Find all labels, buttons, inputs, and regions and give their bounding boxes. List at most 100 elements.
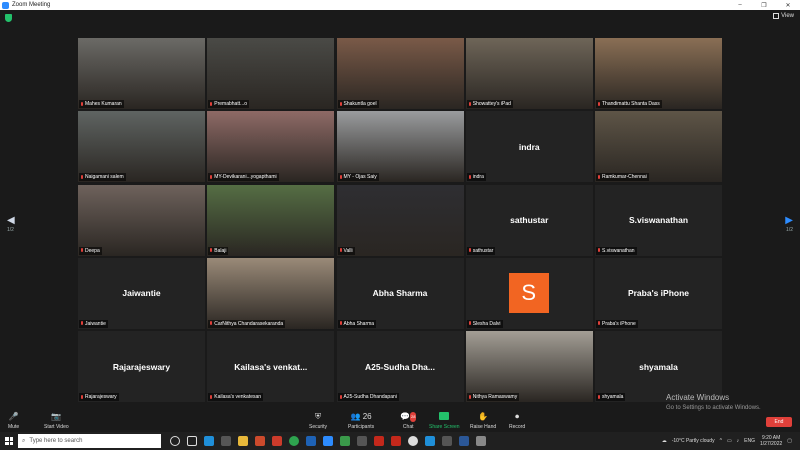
participant-tile[interactable]: sathustar sathustar [465, 184, 593, 256]
participant-tile[interactable]: CarNithya Chandarasekaranda [207, 257, 335, 329]
participant-display-name: indra [518, 141, 540, 152]
clock[interactable]: 9:20 AM 1/27/2022 [760, 435, 782, 447]
notification-icon[interactable]: ▢ [787, 438, 792, 444]
record-label: Record [509, 424, 526, 430]
participant-name-label: shyamala [596, 393, 626, 401]
video-camera-icon: 📷 [51, 412, 62, 421]
close-button[interactable]: ✕ [776, 2, 800, 9]
tray-chevron-icon[interactable]: ^ [720, 438, 722, 444]
participant-video [336, 111, 464, 183]
previous-page-button[interactable]: ◀ 1/2 [7, 215, 15, 233]
start-video-button[interactable]: 📷 Start Video [44, 412, 69, 430]
system-tray: ☁ -10°C Partly cloudy ^ ▭ ♪ ENG 9:20 AM … [662, 435, 800, 447]
participant-tile[interactable]: Thandimattu Shanta Dass [595, 38, 722, 109]
participant-tile[interactable]: Valli [336, 184, 464, 256]
participant-tile[interactable]: Abha Sharma Abha Sharma [336, 257, 464, 329]
share-screen-label: Share Screen [429, 424, 460, 430]
taskbar-pinned-apps [170, 436, 486, 446]
start-button[interactable] [0, 432, 18, 450]
mute-button[interactable]: 🎤 Mute [8, 412, 19, 430]
encryption-shield-icon[interactable] [5, 14, 12, 22]
outlook-icon[interactable] [459, 436, 469, 446]
record-button[interactable]: ⏺ Record [509, 412, 525, 430]
participant-tile[interactable]: Rajarajeswary Rajarajeswary [78, 331, 205, 402]
start-video-label: Start Video [44, 424, 69, 430]
participant-tile[interactable]: Mahes Kumaran [78, 38, 205, 109]
settings-icon[interactable] [476, 436, 486, 446]
share-screen-button[interactable]: Share Screen [429, 412, 460, 430]
photos-icon[interactable] [442, 436, 452, 446]
store-icon[interactable] [272, 436, 282, 446]
participant-tile[interactable]: Deepa [78, 184, 205, 256]
excel-icon[interactable] [340, 436, 350, 446]
windows-taskbar: ⌕ Type here to search ☁ -10°C Partly clo… [0, 432, 800, 450]
file-explorer-icon[interactable] [238, 436, 248, 446]
participant-name-label: Kailasa's venkatesan [208, 393, 264, 401]
participant-display-name: shyamala [639, 361, 678, 372]
media-player-icon[interactable] [408, 436, 418, 446]
participant-tile[interactable]: indra indra [465, 111, 593, 183]
powerpoint-icon[interactable] [255, 436, 265, 446]
end-meeting-button[interactable]: End [766, 417, 792, 427]
participant-tile[interactable]: Naigamani salem [78, 111, 205, 183]
acrobat-icon[interactable] [374, 436, 384, 446]
next-page-button[interactable]: ▶ 1/2 [785, 215, 793, 233]
participant-avatar: S [508, 272, 549, 313]
meeting-topbar: View [0, 10, 800, 26]
participant-tile[interactable]: Kailasa's venkat... Kailasa's venkatesan [207, 331, 335, 402]
view-label: View [781, 13, 794, 19]
participant-video [78, 184, 205, 256]
participant-name-label: Shakuntla goel [337, 100, 379, 108]
camera-app-icon[interactable] [221, 436, 231, 446]
edge-icon[interactable] [204, 436, 214, 446]
participant-name-label: Showattey's iPad [466, 100, 513, 108]
chrome-icon[interactable] [289, 436, 299, 446]
participant-tile[interactable]: Balaji [207, 184, 335, 256]
view-button[interactable]: View [773, 13, 794, 19]
participant-tile[interactable]: Jaiwantie Jaiwantie [78, 257, 205, 329]
security-button[interactable]: ⛨ Security [309, 412, 327, 430]
task-view-icon[interactable] [187, 436, 197, 446]
network-icon[interactable]: ▭ [727, 438, 732, 444]
participant-tile[interactable]: Premabhatt...o [207, 38, 335, 109]
participant-tile[interactable]: shyamala shyamala [595, 331, 722, 402]
participant-video [595, 111, 722, 183]
participant-tile[interactable]: MY - Ojas Saiy [336, 111, 464, 183]
cortana-icon[interactable] [170, 436, 180, 446]
word-icon[interactable] [306, 436, 316, 446]
participant-tile[interactable]: Shakuntla goel [336, 38, 464, 109]
language-indicator[interactable]: ENG [744, 438, 755, 444]
volume-icon[interactable]: ♪ [737, 438, 740, 444]
weather-icon[interactable]: ☁ [662, 438, 667, 444]
participant-tile[interactable]: Ramkumar-Chennai [595, 111, 722, 183]
participants-button[interactable]: 👥 26 Participants [348, 412, 374, 430]
participant-tile[interactable]: Showattey's iPad [465, 38, 593, 109]
participant-tile[interactable]: S Slesha Dalvi [465, 257, 593, 329]
chat-button[interactable]: 💬28 Chat [400, 412, 417, 430]
mail-icon[interactable] [357, 436, 367, 446]
participant-tile[interactable]: A25-Sudha Dha... A25-Sudha Dhandapani [336, 331, 464, 402]
zoom-taskbar-icon[interactable] [323, 436, 333, 446]
participant-name-label: Thandimattu Shanta Dass [596, 100, 662, 108]
taskbar-search-box[interactable]: ⌕ Type here to search [18, 434, 161, 448]
share-screen-icon [439, 412, 450, 420]
maximize-button[interactable]: ❐ [752, 2, 776, 9]
weather-text[interactable]: -10°C Partly cloudy [672, 438, 715, 444]
participant-tile[interactable]: Praba's iPhone Praba's iPhone [595, 257, 722, 329]
grid-view-icon [773, 13, 780, 19]
raise-hand-button[interactable]: ✋ Raise Hand [470, 412, 496, 430]
participant-name-label: CarNithya Chandarasekaranda [208, 319, 286, 328]
activate-windows-subtitle: Go to Settings to activate Windows. [666, 405, 761, 411]
access-icon[interactable] [391, 436, 401, 446]
participant-name-label: Ramkumar-Chennai [596, 173, 649, 182]
activate-windows-title: Activate Windows [666, 393, 730, 402]
participant-tile[interactable]: MY-Devikarani...yogapthami [207, 111, 335, 183]
participant-name-label: Jaiwantie [79, 319, 108, 328]
participant-video [207, 111, 335, 183]
microphone-icon: 🎤 [8, 412, 19, 421]
participant-tile[interactable]: Nithya Ramaswamy [465, 331, 593, 402]
minimize-button[interactable]: – [728, 2, 752, 8]
participant-tile[interactable]: S.viswanathan S.viswanathan [595, 184, 722, 256]
participant-name-label: sathustar [466, 246, 496, 255]
internet-explorer-icon[interactable] [425, 436, 435, 446]
